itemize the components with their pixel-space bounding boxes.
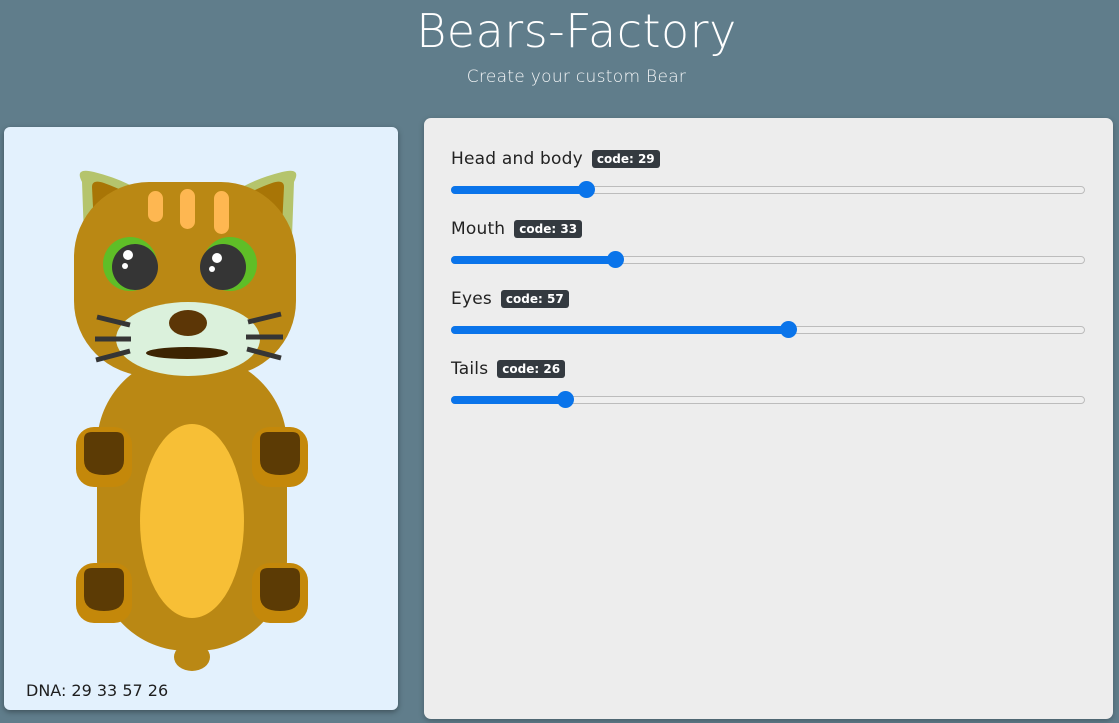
- slider-thumb[interactable]: [780, 321, 797, 338]
- slider-fill: [451, 396, 566, 404]
- eyes-code-badge: code: 57: [500, 290, 569, 308]
- eyes-slider[interactable]: [451, 319, 1085, 339]
- attributes-panel: Head and body code: 29 Mouth code: 33 Ey…: [424, 118, 1113, 719]
- mouth-code-badge: code: 33: [514, 220, 583, 238]
- bear-belly: [140, 424, 244, 618]
- tails-control: Tails code: 26: [451, 357, 1087, 409]
- head-body-slider[interactable]: [451, 179, 1085, 199]
- mouth-slider[interactable]: [451, 249, 1085, 269]
- eyes-control: Eyes code: 57: [451, 287, 1087, 339]
- bear-illustration: [74, 170, 308, 671]
- head-body-label: Head and body: [451, 149, 583, 169]
- eyes-label: Eyes: [451, 289, 492, 309]
- tails-slider[interactable]: [451, 389, 1085, 409]
- bear-mouth: [146, 347, 228, 359]
- head-body-control: Head and body code: 29: [451, 147, 1087, 199]
- head-body-code-badge: code: 29: [591, 150, 660, 168]
- page-title: Bears-Factory: [416, 4, 737, 58]
- page-subtitle: Create your custom Bear: [466, 67, 687, 87]
- slider-fill: [451, 326, 789, 334]
- slider-thumb[interactable]: [578, 181, 595, 198]
- tails-code-badge: code: 26: [497, 360, 566, 378]
- slider-thumb[interactable]: [607, 251, 624, 268]
- slider-thumb[interactable]: [557, 391, 574, 408]
- slider-fill: [451, 256, 616, 264]
- bear-preview-card: DNA: 29 33 57 26: [4, 127, 398, 710]
- slider-fill: [451, 186, 587, 194]
- bear-paw-top-right: [252, 427, 308, 487]
- bear-nose: [169, 310, 207, 336]
- dna-readout: DNA: 29 33 57 26: [26, 681, 169, 700]
- tails-label: Tails: [451, 359, 489, 379]
- bear-paw-bottom-left: [76, 563, 132, 623]
- mouth-label: Mouth: [451, 219, 506, 239]
- bear-paw-bottom-right: [252, 563, 308, 623]
- bear-paw-top-left: [76, 427, 132, 487]
- mouth-control: Mouth code: 33: [451, 217, 1087, 269]
